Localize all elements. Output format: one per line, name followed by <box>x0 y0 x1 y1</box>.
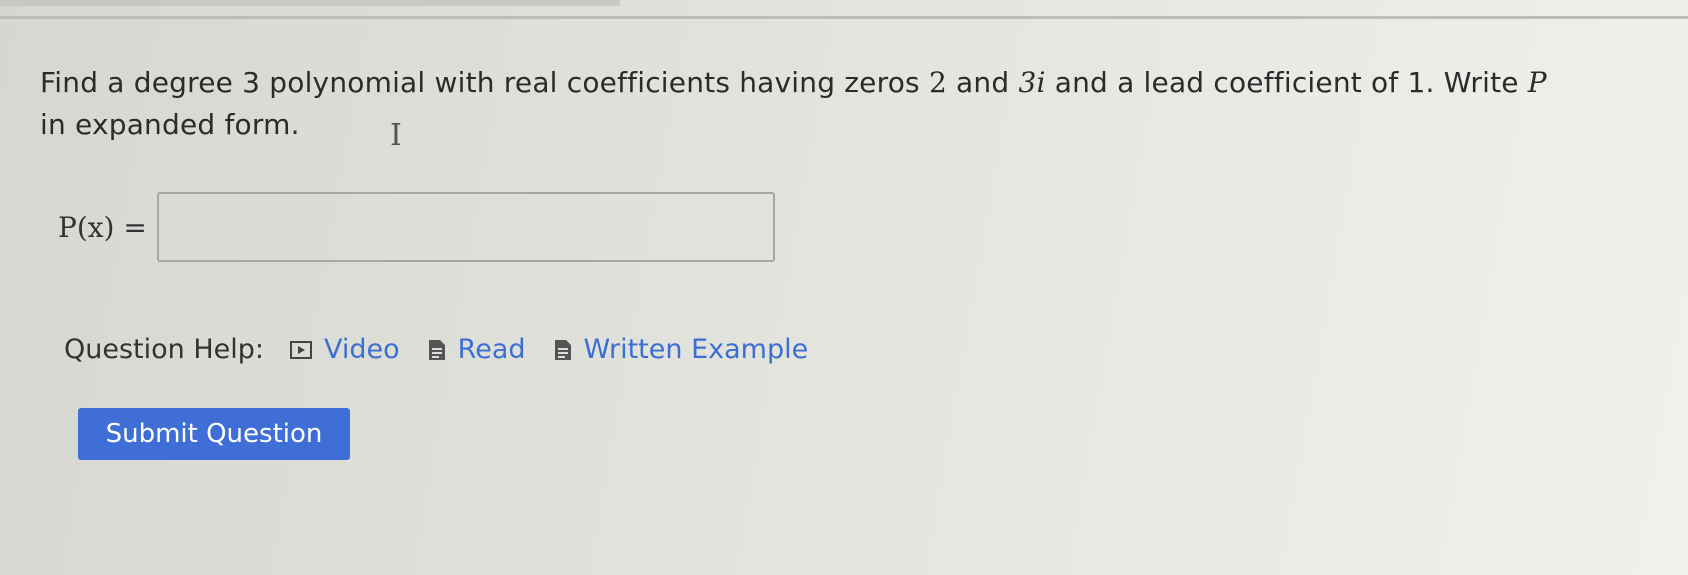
video-link-label: Video <box>324 334 400 365</box>
question-text: Find a degree 3 polynomial with real coe… <box>40 62 1660 146</box>
answer-label: P(x) = <box>58 210 147 244</box>
page-background: Find a degree 3 polynomial with real coe… <box>0 0 1688 575</box>
answer-input[interactable] <box>156 192 775 262</box>
answer-row: P(x) = <box>58 192 775 262</box>
document-icon <box>428 339 446 361</box>
polynomial-symbol: P <box>1527 66 1547 99</box>
submit-question-button[interactable]: Submit Question <box>78 408 350 460</box>
question-text-part: Find a degree 3 polynomial with real coe… <box>40 66 929 99</box>
question-text-part: and <box>946 66 1019 99</box>
written-example-link-label: Written Example <box>583 334 809 365</box>
read-link[interactable]: Read <box>428 334 526 365</box>
zero-value: 3i <box>1018 66 1046 99</box>
divider <box>0 16 1688 19</box>
read-link-label: Read <box>457 334 526 365</box>
question-text-part: and a lead coefficient of 1. Write <box>1045 66 1528 99</box>
question-help: Question Help: Video Read Written Exampl… <box>64 334 836 365</box>
written-example-link[interactable]: Written Example <box>554 334 809 365</box>
top-strip <box>0 0 620 6</box>
video-link[interactable]: Video <box>290 334 400 365</box>
text-cursor-icon: I <box>390 118 402 153</box>
document-icon <box>554 339 572 361</box>
question-text-line2: in expanded form. <box>40 108 300 141</box>
help-label: Question Help: <box>64 334 264 365</box>
video-icon <box>290 340 312 359</box>
zero-value: 2 <box>928 66 947 99</box>
